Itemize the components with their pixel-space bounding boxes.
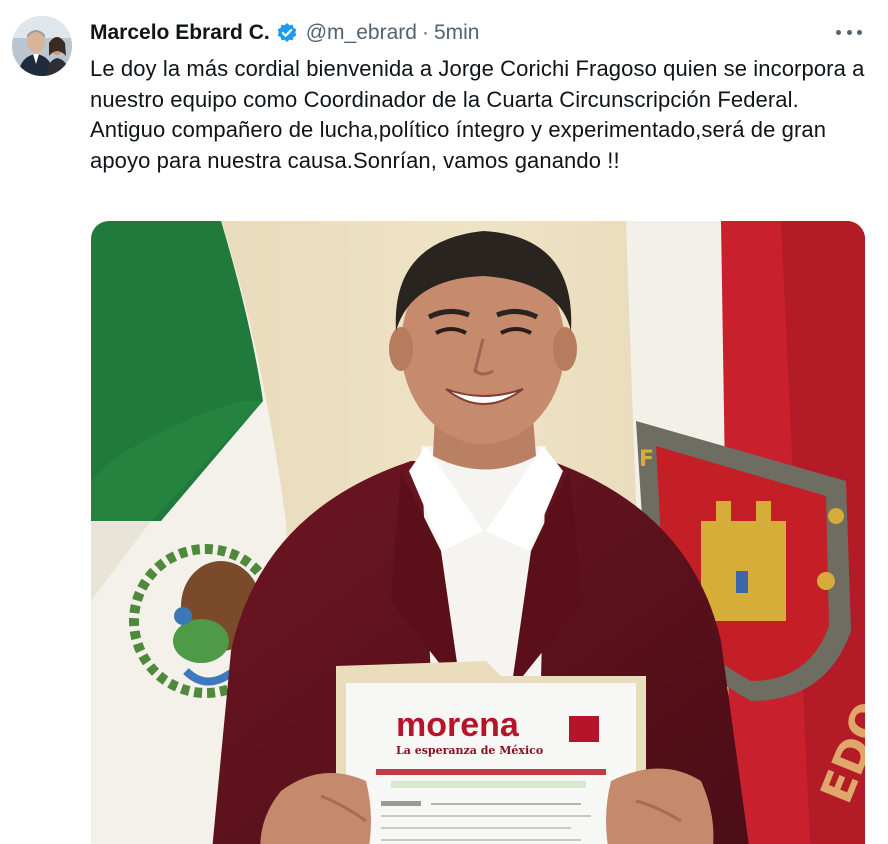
tweet[interactable]: Marcelo Ebrard C. @m_ebrard · 5min Le do… — [0, 0, 888, 844]
more-options-icon[interactable] — [836, 22, 862, 42]
folder-tagline: La esperanza de México — [396, 744, 543, 757]
tweet-photo[interactable]: F EDO morena La esperanza de México — [91, 221, 865, 844]
verified-badge-icon — [276, 22, 298, 44]
author-name[interactable]: Marcelo Ebrard C. — [90, 20, 270, 46]
author-handle[interactable]: @m_ebrard — [306, 20, 417, 46]
tweet-text: Le doy la más cordial bienvenida a Jorge… — [90, 56, 865, 173]
author-avatar[interactable] — [12, 16, 72, 76]
morena-folder: morena La esperanza de México — [336, 661, 646, 844]
header-separator: · — [421, 21, 429, 44]
tweet-timestamp[interactable]: 5min — [434, 20, 480, 46]
folder-logo: morena — [396, 706, 520, 744]
tweet-header: Marcelo Ebrard C. @m_ebrard · 5min — [90, 20, 479, 46]
svg-text:F: F — [639, 447, 654, 472]
